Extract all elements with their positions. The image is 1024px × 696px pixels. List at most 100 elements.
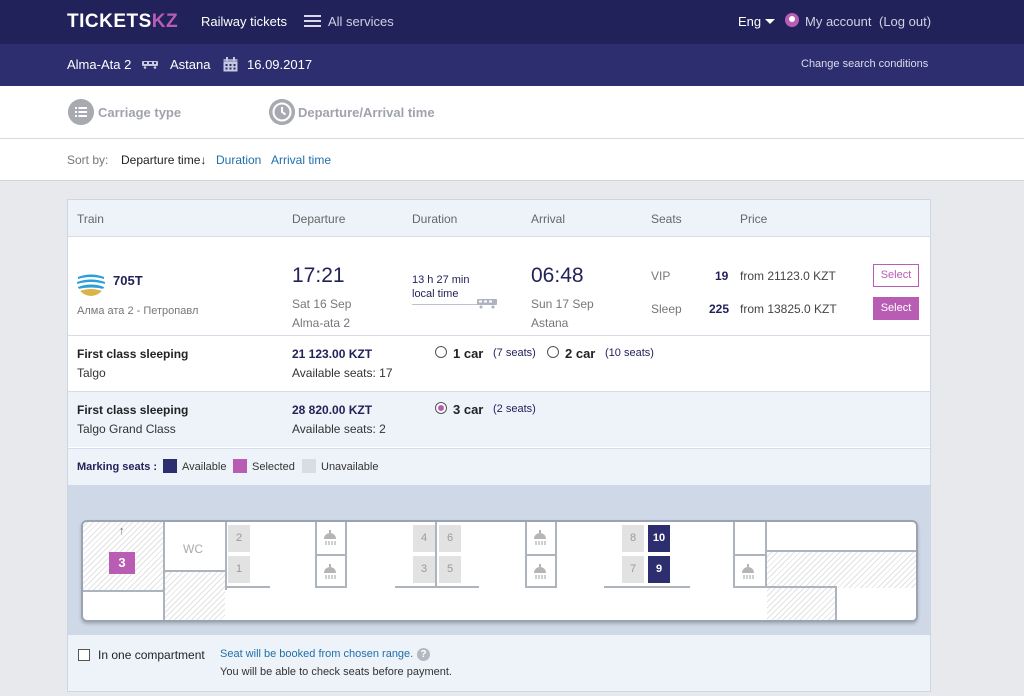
sort-label: Sort by: [67,153,109,167]
train-icon [477,299,497,309]
car-class-name: First class sleeping [77,347,189,361]
seat-9[interactable]: 9 [648,556,670,583]
chevron-down-icon[interactable] [765,19,775,24]
car-3-radio[interactable] [435,402,447,414]
car-class-available: Available seats: 17 [292,366,393,380]
car-3-seats: (2 seats) [493,403,536,415]
arrival-date: Sun 17 Sep [531,297,594,311]
sort-bar: Sort by: Departure time↓ Duration Arriva… [0,139,1024,181]
col-seats: Seats [651,212,682,226]
list-icon[interactable] [68,99,94,125]
price-sleep: from 13825.0 KZT [740,302,837,316]
seat-6: 6 [439,525,461,552]
car-class-name: First class sleeping [77,403,189,417]
car-2-label[interactable]: 2 car [565,346,595,361]
col-price: Price [740,212,768,226]
time-filter[interactable]: Departure/Arrival time [298,105,435,120]
seat-5: 5 [439,556,461,583]
select-sleep-button[interactable]: Select [873,297,919,320]
seat-legend: Marking seats : Available Selected Unava… [68,448,930,485]
car-1-label[interactable]: 1 car [453,346,483,361]
wagon-vestibule [163,570,225,620]
sort-arrival[interactable]: Arrival time [271,153,331,167]
select-vip-button[interactable]: Select [873,264,919,287]
logout-link[interactable]: (Log out) [879,14,931,29]
car-3-label[interactable]: 3 car [453,402,483,417]
seat-4: 4 [413,525,435,552]
car-1-radio[interactable] [435,346,447,358]
seat-7: 7 [622,556,644,583]
one-compartment-checkbox[interactable] [78,649,90,661]
train-number: 705T [113,273,143,288]
legend-selected-swatch [233,459,247,473]
legend-title: Marking seats : [77,461,158,473]
seat-class-sleep: Sleep [651,302,682,316]
legend-available: Available [182,461,227,473]
col-arrival: Arrival [531,212,566,226]
menu-icon[interactable] [304,15,321,28]
duration-line [412,304,478,305]
seat-8: 8 [622,525,644,552]
departure-station: Alma-ata 2 [292,316,351,330]
seat-10[interactable]: 10 [648,525,670,552]
wagon-map: ↑ 3 WC 2 1 4 3 6 5 8 7 10 9 [81,520,918,622]
sort-departure[interactable]: Departure time↓ [121,153,206,167]
departure-date: Sat 16 Sep [292,297,352,311]
arrival-station: Astana [531,316,569,330]
sort-duration[interactable]: Duration [216,153,261,167]
my-account-link[interactable]: My account [805,14,871,29]
wagon-map-area: ↑ 3 WC 2 1 4 3 6 5 8 7 10 9 [68,485,930,635]
seat-2: 2 [228,525,250,552]
col-departure: Departure [292,212,346,226]
nav-railway-tickets[interactable]: Railway tickets [201,14,287,29]
car-class-row: First class sleeping Talgo 21 123.00 KZT… [68,335,930,391]
car-1-seats: (7 seats) [493,347,536,359]
shower-icon [534,564,546,579]
shower-icon [534,530,546,545]
car-2-radio[interactable] [547,346,559,358]
direction-arrow: ↑ [119,525,125,537]
car-class-price: 21 123.00 KZT [292,347,373,361]
wagon-footer: In one compartment Seat will be booked f… [68,635,930,691]
shower-icon [324,530,336,545]
clock-icon[interactable] [269,99,295,125]
top-bar: TICKETSKZ Railway tickets All services E… [0,0,1024,44]
route-bar: Alma-Ata 2 Astana 16.09.2017 Change sear… [0,44,1024,86]
col-duration: Duration [412,212,458,226]
arrival-time: 06:48 [531,264,584,287]
legend-unavailable-swatch [302,459,316,473]
railway-logo-icon [77,268,105,296]
train-route: Алма ата 2 - Петропавл [77,305,199,317]
route-to: Astana [170,57,211,72]
seat-3: 3 [413,556,435,583]
car-number-badge: 3 [109,552,135,574]
table-header: Train Departure Duration Arrival Seats P… [68,200,930,237]
filter-bar: Carriage type Departure/Arrival time [0,86,1024,139]
logo[interactable]: TICKETSKZ [67,11,178,33]
car-class-sub: Talgo [77,366,106,380]
language-select[interactable]: Eng [738,14,761,29]
seat-count-vip: 19 [715,269,729,283]
duration-note: local time [412,288,459,300]
legend-unavailable: Unavailable [321,461,379,473]
calendar-icon [223,57,238,72]
train-card: Train Departure Duration Arrival Seats P… [67,199,931,692]
train-icon [142,61,158,69]
car-class-row: First class sleeping Talgo Grand Class 2… [68,391,930,447]
seat-count-sleep: 225 [709,302,730,316]
seat-class-vip: VIP [651,269,671,283]
route-date: 16.09.2017 [247,57,313,72]
car-class-available: Available seats: 2 [292,422,386,436]
user-icon [785,13,799,27]
shower-icon [324,564,336,579]
one-compartment-label[interactable]: In one compartment [98,648,205,662]
help-icon[interactable]: ? [417,648,430,661]
carriage-type-filter[interactable]: Carriage type [98,105,181,120]
legend-selected: Selected [252,461,295,473]
seat-1: 1 [228,556,250,583]
nav-all-services[interactable]: All services [328,14,394,29]
change-search-link[interactable]: Change search conditions [801,58,928,70]
car-class-sub: Talgo Grand Class [77,422,176,436]
departure-time: 17:21 [292,264,345,287]
shower-icon [742,564,754,579]
